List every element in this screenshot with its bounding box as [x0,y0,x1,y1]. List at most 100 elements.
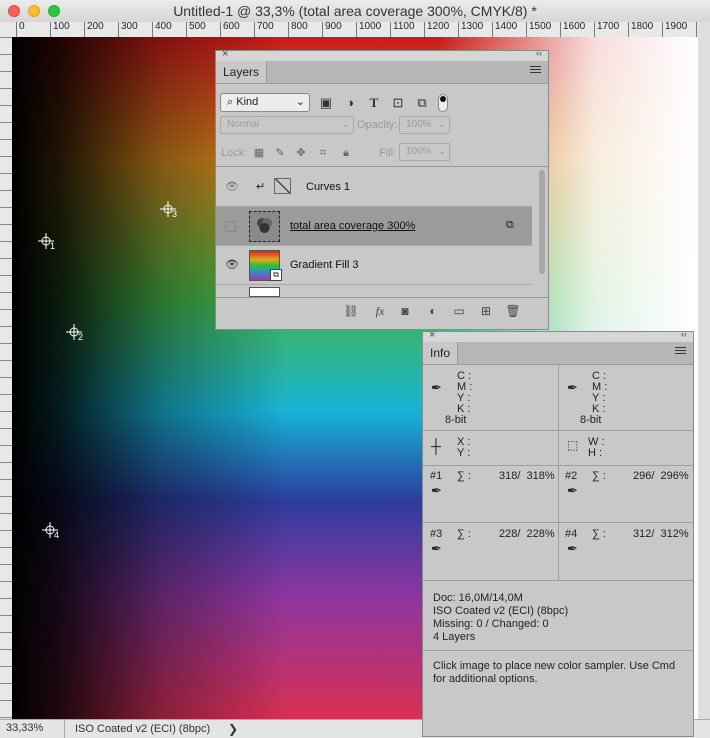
eyedropper-icon[interactable]: ✒︎ [431,380,442,396]
ruler-tick: 200 [84,22,104,37]
layer-row[interactable]: 👁︎ ⧉ Gradient Fill 3 [216,246,532,285]
window-titlebar: Untitled-1 @ 33,3% (total area coverage … [0,0,710,23]
eyedropper-icon[interactable]: ✒︎ [567,541,578,557]
info-divider [558,364,559,580]
ruler-tick [0,139,12,140]
eyedropper-icon[interactable]: ✒︎ [431,541,442,557]
layer-name[interactable]: Gradient Fill 3 [290,259,358,271]
ruler-tick [0,445,12,446]
link-layers-icon[interactable]: ⛓︎ [343,303,359,319]
close-panel-icon[interactable]: × [429,329,435,341]
eyedropper-icon[interactable]: ✒︎ [567,380,578,396]
pixel-layer-filter-icon[interactable]: ▣ [318,95,334,111]
ruler-tick: 1600 [560,22,585,37]
ruler-tick: 1500 [526,22,551,37]
type-layer-filter-icon[interactable]: T [366,95,382,111]
info-divider [423,650,693,651]
vertical-scrollbar[interactable] [698,22,710,719]
ruler-tick [0,292,12,293]
eyedropper-icon[interactable]: ✒︎ [567,483,578,499]
ruler-tick [0,241,12,242]
ruler-tick: 1200 [424,22,449,37]
ruler-tick: 400 [152,22,172,37]
visibility-eye-icon[interactable]: 👁︎ [224,180,240,194]
sampler-id: #3 [430,528,443,540]
color-sampler-2[interactable]: 2 [66,324,83,342]
panel-menu-icon[interactable] [530,66,541,76]
add-mask-icon[interactable]: ◙ [397,303,413,319]
lock-all-icon[interactable]: 🔒︎ [339,146,353,160]
selection-size-icon: ⬚ [567,438,579,452]
eyedropper-icon[interactable]: ✒︎ [431,483,442,499]
horizontal-ruler[interactable]: 0 100 200 300 400 500 600 700 800 900 1000 1100 1200… [12,22,698,38]
smart-object-filter-icon[interactable]: ⧉ [414,95,430,111]
close-panel-icon[interactable]: × [222,48,228,60]
lock-position-icon[interactable]: ✥ [294,146,308,160]
ruler-tick [0,632,12,633]
adjustment-layer-filter-icon[interactable]: ◑ [342,95,358,111]
zoom-level[interactable]: 33,33% [6,722,43,734]
filter-toggle[interactable] [438,94,448,112]
ruler-tick [0,428,12,429]
chevron-down-icon: ⌄ [295,96,305,108]
visibility-toggle[interactable] [225,221,236,232]
ruler-tick [0,224,12,225]
visibility-eye-icon[interactable]: 👁︎ [224,258,240,272]
crosshair-icon: ┼ [431,438,441,454]
blend-mode-select[interactable]: Normal ⌄ [220,116,354,134]
layer-thumbnail[interactable] [249,211,280,242]
new-layer-icon[interactable]: ⊞ [478,303,494,319]
new-group-icon[interactable]: ▭ [451,303,467,319]
color-sampler-4[interactable]: 4 [42,522,59,540]
ruler-tick [0,547,12,548]
chevron-down-icon: ⌄ [437,119,446,130]
lock-transparent-pixels-icon[interactable]: ▦ [252,146,266,160]
ruler-tick: 1300 [458,22,483,37]
fill-input[interactable]: 100% ⌄ [399,143,450,161]
layer-name[interactable]: Curves 1 [306,181,350,193]
doc-profile: ISO Coated v2 (ECI) (8bpc) [433,605,569,617]
opacity-input[interactable]: 100% ⌄ [399,116,450,134]
ruler-tick: 900 [322,22,342,37]
collapse-panel-icon[interactable]: ‹‹ [681,329,687,339]
panel-tabbar: Layers [216,61,548,84]
ruler-tick [0,71,12,72]
sampler-sigma: ∑ : [592,470,606,482]
fx-icon[interactable]: fx [372,303,388,319]
color-sampler-1[interactable]: 1 [38,233,56,251]
layer-name[interactable]: total area coverage 300% [290,220,415,232]
doc-size: Doc: 16,0M/14,0M [433,592,523,604]
status-menu-chevron-icon[interactable]: ❯ [228,722,238,736]
ruler-tick [0,122,12,123]
collapse-panel-icon[interactable]: ‹‹ [536,48,542,58]
sampler-value: 296/ 296% [633,470,689,482]
layer-row-selected[interactable]: total area coverage 300% ⧉ [216,207,532,246]
ruler-tick [0,496,12,497]
tab-layers[interactable]: Layers [216,61,268,83]
tab-info[interactable]: Info [423,342,459,364]
ruler-tick [0,513,12,514]
ruler-tick: 700 [254,22,274,37]
ruler-tick [0,37,12,38]
sampler-number: 1 [50,241,56,251]
ruler-tick [0,581,12,582]
layer-row[interactable]: 👁︎ ↵ Curves 1 [216,168,532,207]
chevron-down-icon: ⌄ [437,146,446,157]
panel-menu-icon[interactable] [675,347,686,357]
kind-label: Kind [236,96,259,108]
ruler-tick: 1000 [356,22,381,37]
color-sampler-3[interactable]: 3 [160,201,177,219]
linked-layer-icon: ⧉ [506,219,514,231]
ruler-tick: 1100 [390,22,415,37]
delete-layer-icon[interactable]: 🗑︎ [505,303,521,319]
search-icon: ⌕ [227,96,234,108]
lock-artboard-icon[interactable]: ⌗ [316,146,330,160]
layers-scrollbar[interactable] [539,170,545,274]
kind-filter-select[interactable]: ⌕ Kind ⌄ [220,93,310,112]
new-adjustment-layer-icon[interactable]: ◐ [425,303,441,319]
shape-layer-filter-icon[interactable]: ⊡ [390,95,406,111]
opacity-label: Opacity: [357,119,398,131]
ruler-tick: 0 [16,22,25,37]
lock-image-pixels-icon[interactable]: ✎ [273,146,287,160]
ruler-tick: 800 [288,22,308,37]
